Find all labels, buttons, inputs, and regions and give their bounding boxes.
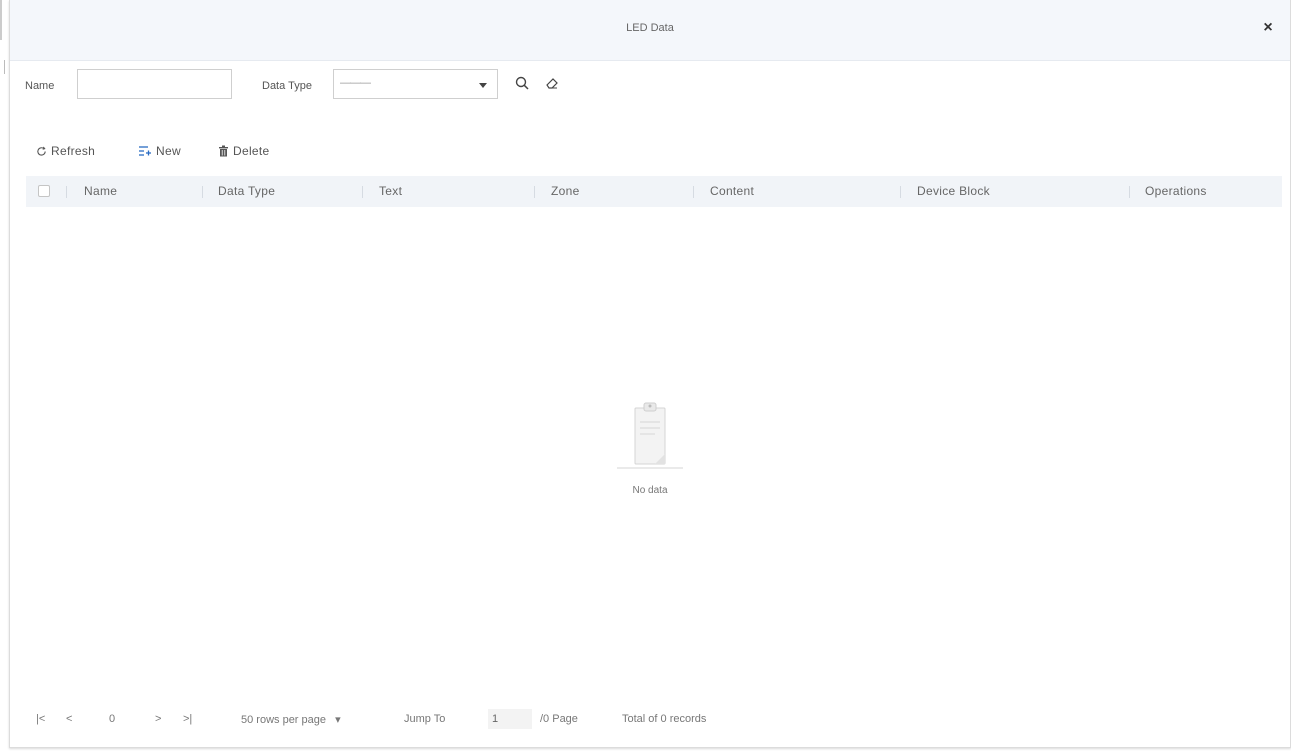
delete-button[interactable]: Delete [218,141,270,161]
search-icon [515,76,529,90]
empty-state: No data [600,398,700,496]
page-total: /0 Page [540,713,578,725]
data-type-label: Data Type [262,80,312,92]
column-header-device-block[interactable]: Device Block [917,176,990,207]
select-all-checkbox[interactable] [38,185,50,197]
add-list-icon [139,146,151,156]
total-records: Total of 0 records [622,713,707,725]
dialog-titlebar: LED Data × [10,0,1290,61]
pagination-bar: |< < 0 > >| 50 rows per page ▾ Jump To /… [10,708,1290,732]
name-search-input[interactable] [77,69,232,99]
next-page-button[interactable]: > [155,713,161,725]
last-page-button[interactable]: >| [183,713,192,725]
delete-label: Delete [233,144,270,158]
search-bar: Name Data Type ——— [10,68,1290,102]
dialog-title: LED Data [626,22,674,34]
empty-state-text: No data [632,485,668,496]
chevron-down-icon [479,83,487,88]
led-data-dialog: LED Data × Name Data Type ——— Refresh Ne… [9,0,1291,748]
prev-page-button[interactable]: < [66,713,72,725]
table-header: Name Data Type Text Zone Content Device … [26,176,1282,207]
close-button[interactable]: × [1258,18,1278,38]
column-separator [534,186,535,198]
data-type-select[interactable]: ——— [333,69,498,99]
trash-icon [219,145,228,157]
jump-to-label: Jump To [404,713,446,725]
column-header-name[interactable]: Name [84,176,117,207]
eraser-icon [546,78,558,89]
column-header-data-type[interactable]: Data Type [218,176,275,207]
column-separator [66,186,67,198]
column-header-text[interactable]: Text [379,176,402,207]
new-button[interactable]: New [138,141,181,161]
column-header-operations: Operations [1145,184,1207,198]
refresh-icon [37,146,46,156]
current-page-number: 0 [109,713,116,725]
column-separator [1129,186,1130,198]
close-icon: × [1263,19,1273,36]
window-edge [0,0,2,40]
action-toolbar: Refresh New Delete [36,141,1290,163]
empty-clipboard-icon [617,402,683,469]
refresh-label: Refresh [51,144,96,158]
chevron-down-icon: ▾ [335,714,341,726]
clear-button[interactable] [539,69,565,97]
new-label: New [156,144,181,158]
refresh-button[interactable]: Refresh [36,141,95,161]
rows-per-page-select[interactable]: 50 rows per page ▾ [241,713,341,726]
first-page-button[interactable]: |< [36,713,45,725]
column-separator [202,186,203,198]
data-type-selected-value: ——— [340,77,371,89]
column-header-content[interactable]: Content [710,176,754,207]
jump-to-input[interactable] [488,709,532,729]
rows-per-page-value: 50 rows per page [241,714,326,726]
column-separator [362,186,363,198]
column-header-zone[interactable]: Zone [551,176,580,207]
column-separator [900,186,901,198]
name-label: Name [25,80,55,92]
column-separator [693,186,694,198]
search-button[interactable] [509,69,535,97]
window-edge-mark [4,60,5,74]
